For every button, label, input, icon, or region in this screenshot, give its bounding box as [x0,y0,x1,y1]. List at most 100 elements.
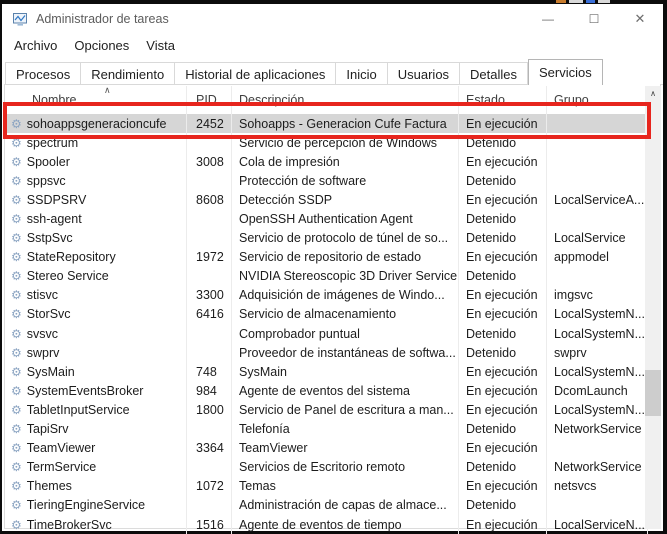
table-row[interactable]: ⚙ Themes 1072 Temas En ejecución netsvcs [4,477,648,496]
menu-vista[interactable]: Vista [146,38,175,53]
service-gear-icon: ⚙ [11,461,22,473]
services-table: Nombre ∧ PID Descripción Estado Grupo ⚙ … [4,86,648,534]
service-description: Agente de eventos del sistema [232,381,459,400]
service-name-cell: ⚙ Stereo Service [4,267,187,286]
service-description: Administración de capas de almace... [232,496,459,515]
service-gear-icon: ⚙ [11,251,22,263]
service-name-cell: ⚙ swprv [4,343,187,362]
service-name: TapiSrv [27,422,69,436]
tab-rendimiento[interactable]: Rendimiento [81,62,175,85]
service-name-cell: ⚙ sohoappsgeneracioncufe [4,114,187,133]
service-status: Detenido [459,496,547,515]
service-gear-icon: ⚙ [11,308,22,320]
column-header-nombre[interactable]: Nombre ∧ [4,86,187,114]
service-gear-icon: ⚙ [11,442,22,454]
service-name: SstpSvc [27,231,73,245]
service-pid: 3008 [187,152,232,171]
service-description: Servicio de percepción de Windows [232,133,459,152]
table-row[interactable]: ⚙ TeamViewer 3364 TeamViewer En ejecució… [4,439,648,458]
table-row[interactable]: ⚙ StorSvc 6416 Servicio de almacenamient… [4,305,648,324]
tab-usuarios[interactable]: Usuarios [388,62,460,85]
service-name-cell: ⚙ SystemEventsBroker [4,381,187,400]
service-gear-icon: ⚙ [11,118,22,130]
service-pid: 3300 [187,286,232,305]
table-row[interactable]: ⚙ StateRepository 1972 Servicio de repos… [4,248,648,267]
menu-opciones[interactable]: Opciones [74,38,129,53]
tab-detalles[interactable]: Detalles [460,62,528,85]
table-row[interactable]: ⚙ stisvc 3300 Adquisición de imágenes de… [4,286,648,305]
service-group [547,439,648,458]
service-group: LocalSystemN... [547,305,648,324]
service-name-cell: ⚙ ssh-agent [4,209,187,228]
service-name: Themes [27,479,72,493]
menu-archivo[interactable]: Archivo [14,38,57,53]
table-row[interactable]: ⚙ sppsvc Protección de software Detenido [4,171,648,190]
service-pid: 1972 [187,248,232,267]
table-row[interactable]: ⚙ SstpSvc Servicio de protocolo de túnel… [4,229,648,248]
tab-inicio[interactable]: Inicio [336,62,387,85]
table-row[interactable]: ⚙ ssh-agent OpenSSH Authentication Agent… [4,209,648,228]
service-name-cell: ⚙ TapiSrv [4,420,187,439]
table-row[interactable]: ⚙ sohoappsgeneracioncufe 2452 Sohoapps -… [4,114,648,133]
service-name-cell: ⚙ TermService [4,458,187,477]
service-group: LocalSystemN... [547,362,648,381]
service-gear-icon: ⚙ [11,270,22,282]
service-description: Comprobador puntual [232,324,459,343]
service-status: Detenido [459,229,547,248]
service-name: TeamViewer [27,441,96,455]
task-manager-icon [13,12,28,27]
service-status: En ejecución [459,305,547,324]
service-group: LocalSystemN... [547,324,648,343]
vertical-scrollbar[interactable]: ∧ [645,86,661,529]
service-gear-icon: ⚙ [11,347,22,359]
tab-servicios[interactable]: Servicios [528,59,603,85]
service-status: En ejecución [459,477,547,496]
service-status: En ejecución [459,400,547,419]
service-pid: 8608 [187,190,232,209]
table-header: Nombre ∧ PID Descripción Estado Grupo [4,86,648,114]
table-row[interactable]: ⚙ TieringEngineService Administración de… [4,496,648,515]
service-pid [187,496,232,515]
tab-procesos[interactable]: Procesos [5,62,81,85]
service-group: DcomLaunch [547,381,648,400]
service-gear-icon: ⚙ [11,232,22,244]
minimize-button[interactable]: — [525,4,571,34]
tab-historial-de-aplicaciones[interactable]: Historial de aplicaciones [175,62,336,85]
service-description: Servicio de protocolo de túnel de so... [232,229,459,248]
service-status: En ejecución [459,515,547,534]
column-header-grupo[interactable]: Grupo [547,86,648,114]
service-name-cell: ⚙ TabletInputService [4,400,187,419]
service-pid [187,209,232,228]
service-gear-icon: ⚙ [11,423,22,435]
column-header-pid[interactable]: PID [187,86,232,114]
service-pid: 6416 [187,305,232,324]
table-row[interactable]: ⚙ SysMain 748 SysMain En ejecución Local… [4,362,648,381]
service-name: sppsvc [27,174,66,188]
scroll-up-icon[interactable]: ∧ [645,86,661,102]
service-status: Detenido [459,420,547,439]
close-button[interactable]: ✕ [617,4,663,34]
table-row[interactable]: ⚙ SSDPSRV 8608 Detección SSDP En ejecuci… [4,190,648,209]
table-row[interactable]: ⚙ TimeBrokerSvc 1516 Agente de eventos d… [4,515,648,534]
service-name: TabletInputService [27,403,130,417]
table-row[interactable]: ⚙ svsvc Comprobador puntual Detenido Loc… [4,324,648,343]
table-row[interactable]: ⚙ Stereo Service NVIDIA Stereoscopic 3D … [4,267,648,286]
column-header-estado[interactable]: Estado [459,86,547,114]
table-row[interactable]: ⚙ swprv Proveedor de instantáneas de sof… [4,343,648,362]
table-row[interactable]: ⚙ Spooler 3008 Cola de impresión En ejec… [4,152,648,171]
maximize-button[interactable]: ☐ [571,4,617,34]
table-row[interactable]: ⚙ TapiSrv Telefonía Detenido NetworkServ… [4,420,648,439]
service-name-cell: ⚙ Themes [4,477,187,496]
service-gear-icon: ⚙ [11,404,22,416]
table-row[interactable]: ⚙ TermService Servicios de Escritorio re… [4,458,648,477]
column-header-descripcion[interactable]: Descripción [232,86,459,114]
service-name: ssh-agent [27,212,82,226]
service-name: swprv [27,346,60,360]
table-row[interactable]: ⚙ TabletInputService 1800 Servicio de Pa… [4,400,648,419]
service-gear-icon: ⚙ [11,175,22,187]
service-description: Servicio de repositorio de estado [232,248,459,267]
table-row[interactable]: ⚙ SystemEventsBroker 984 Agente de event… [4,381,648,400]
table-row[interactable]: ⚙ spectrum Servicio de percepción de Win… [4,133,648,152]
scrollbar-thumb[interactable] [645,370,661,416]
menu-bar: Archivo Opciones Vista [2,34,663,57]
